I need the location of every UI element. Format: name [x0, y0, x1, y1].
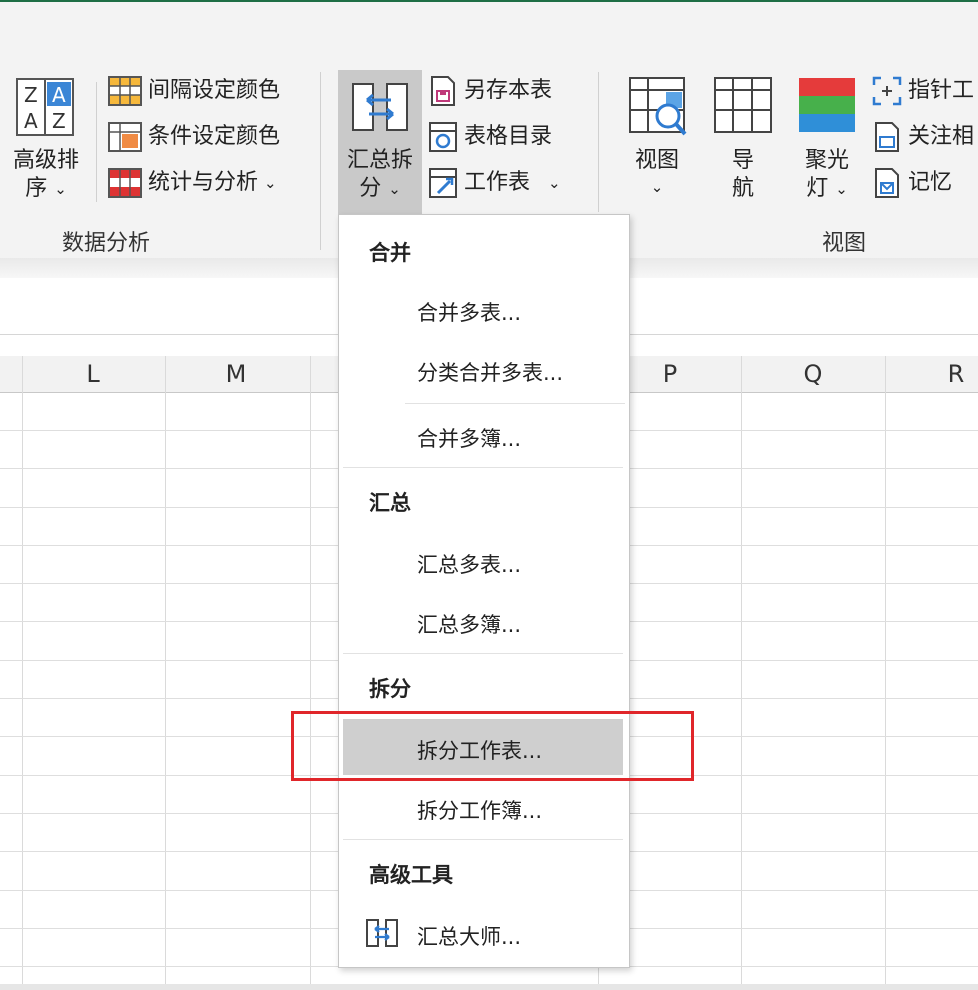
- menu-item-summary-workbooks[interactable]: 汇总多簿...: [417, 609, 521, 639]
- svg-text:A: A: [52, 83, 66, 107]
- separator: [598, 72, 599, 212]
- focus-button[interactable]: 关注相: [872, 120, 974, 154]
- menu-section-summary: 汇总: [369, 491, 411, 515]
- navigation-button[interactable]: 导 航: [706, 74, 780, 204]
- status-bar: [0, 984, 978, 990]
- save-document-icon: [431, 76, 455, 106]
- column-header-q[interactable]: Q: [793, 360, 833, 388]
- memory-doc-icon: [875, 168, 899, 198]
- spotlight-button[interactable]: 聚光 灯 ⌄: [790, 74, 864, 204]
- menu-item-merge-sheets[interactable]: 合并多表...: [417, 297, 521, 327]
- svg-text:Z: Z: [52, 109, 66, 133]
- focus-label: 关注相: [908, 124, 975, 149]
- sort-az-icon: Z A A Z: [16, 78, 74, 136]
- advanced-sort-label-1: 高级排: [12, 148, 79, 173]
- menu-separator: [405, 403, 625, 404]
- table-toc-label: 表格目录: [464, 124, 553, 149]
- menu-separator: [343, 467, 623, 468]
- summary-master-icon: [366, 919, 398, 947]
- group-label-view: 视图: [822, 231, 867, 256]
- menu-section-merge: 合并: [369, 241, 411, 265]
- pointer-frame-icon: [872, 76, 902, 106]
- chevron-down-icon: ⌄: [54, 180, 67, 198]
- memory-label: 记忆: [908, 170, 953, 195]
- table-toc-icon: [429, 122, 457, 152]
- column-header-r[interactable]: R: [936, 360, 976, 388]
- spotlight-label-2: 灯: [806, 176, 829, 201]
- merge-split-icon: [352, 83, 408, 131]
- interval-color-button[interactable]: 间隔设定颜色: [108, 74, 280, 108]
- summary-split-label-1: 汇总拆: [346, 148, 413, 173]
- advanced-sort-button[interactable]: Z A A Z 高级排 序 ⌄: [4, 74, 88, 204]
- worksheet-icon: [429, 168, 457, 198]
- column-header-l[interactable]: L: [73, 360, 113, 388]
- navigation-grid-icon: [714, 77, 772, 133]
- column-header-m[interactable]: M: [216, 360, 256, 388]
- group-label-data-analysis: 数据分析: [62, 231, 151, 256]
- stats-table-icon: [108, 168, 142, 198]
- striped-table-icon: [108, 76, 142, 106]
- menu-separator: [343, 653, 623, 654]
- save-sheet-button[interactable]: 另存本表: [428, 74, 552, 108]
- summary-split-label-2: 分: [359, 176, 382, 201]
- chevron-down-icon: ⌄: [388, 180, 401, 198]
- interval-color-label: 间隔设定颜色: [148, 78, 281, 103]
- spotlight-icon: [799, 78, 855, 132]
- menu-section-advanced-tools: 高级工具: [369, 863, 453, 887]
- summary-split-button[interactable]: 汇总拆 分 ⌄: [338, 70, 422, 216]
- chevron-down-icon: ⌄: [264, 174, 277, 192]
- menu-item-summary-master[interactable]: 汇总大师...: [417, 921, 521, 951]
- stats-analysis-button[interactable]: 统计与分析 ⌄: [108, 166, 277, 200]
- advanced-sort-label-2: 序: [25, 176, 48, 201]
- pointer-tool-label: 指针工: [908, 78, 975, 103]
- chevron-down-icon: ⌄: [650, 178, 664, 196]
- column-header-p[interactable]: P: [650, 360, 690, 388]
- menu-item-category-merge-sheets[interactable]: 分类合并多表...: [417, 357, 563, 387]
- worksheet-button[interactable]: 工作表 ⌄: [428, 166, 561, 200]
- view-label: 视图: [634, 148, 679, 173]
- menu-item-split-workbook[interactable]: 拆分工作簿...: [417, 795, 542, 825]
- menu-item-summary-sheets[interactable]: 汇总多表...: [417, 549, 521, 579]
- summary-split-menu: 合并 合并多表... 分类合并多表... 合并多簿... 汇总 汇总多表... …: [338, 214, 630, 968]
- annotation-highlight-box: [291, 711, 694, 781]
- pointer-tool-button[interactable]: 指针工: [872, 74, 974, 108]
- view-button[interactable]: 视图 ⌄: [620, 74, 694, 204]
- condition-color-button[interactable]: 条件设定颜色: [108, 120, 280, 154]
- chevron-down-icon: ⌄: [835, 180, 848, 198]
- chevron-down-icon: ⌄: [548, 174, 561, 192]
- table-toc-button[interactable]: 表格目录: [428, 120, 552, 154]
- menu-item-merge-workbooks[interactable]: 合并多簿...: [417, 423, 521, 453]
- view-magnifier-icon: [629, 77, 687, 136]
- condition-color-label: 条件设定颜色: [148, 124, 281, 149]
- focus-doc-icon: [875, 122, 899, 152]
- spotlight-label-1: 聚光: [804, 148, 849, 173]
- navigation-label-1: 导: [731, 148, 754, 173]
- save-sheet-label: 另存本表: [464, 78, 553, 103]
- worksheet-label: 工作表: [464, 170, 531, 195]
- svg-text:Z: Z: [24, 83, 38, 107]
- separator: [320, 72, 321, 250]
- memory-button[interactable]: 记忆: [872, 166, 952, 200]
- conditional-format-icon: [108, 122, 142, 152]
- menu-separator: [343, 839, 623, 840]
- navigation-label-2: 航: [731, 176, 754, 201]
- menu-section-split: 拆分: [369, 677, 411, 701]
- separator: [96, 82, 97, 202]
- stats-analysis-label: 统计与分析: [148, 170, 259, 195]
- svg-text:A: A: [24, 109, 38, 133]
